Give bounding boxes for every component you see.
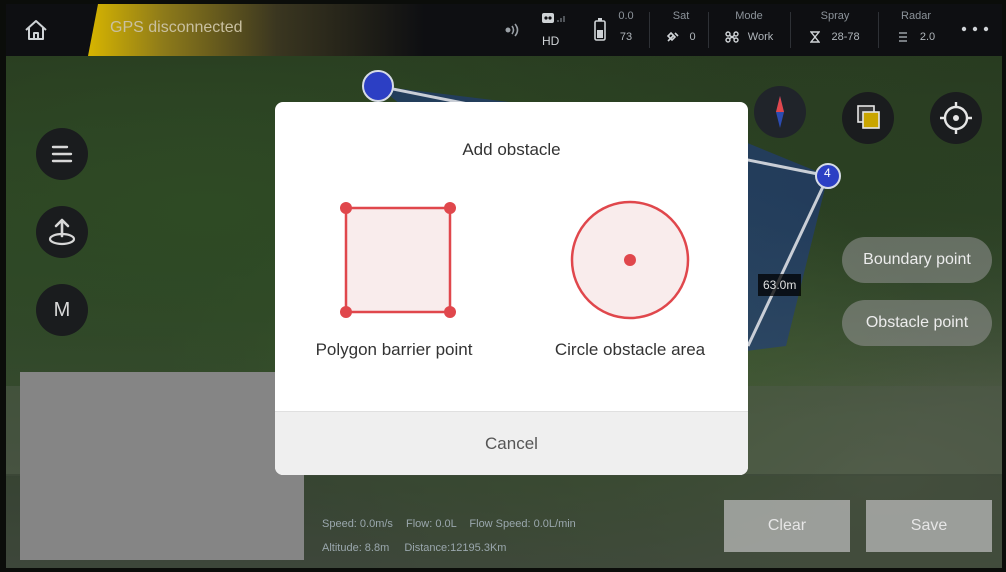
remote-controller-icon bbox=[542, 13, 565, 23]
radar-value: 2.0 bbox=[919, 31, 936, 43]
takeoff-button[interactable] bbox=[36, 206, 88, 258]
signal-wave-icon bbox=[505, 23, 519, 37]
drone-icon bbox=[725, 31, 739, 43]
add-obstacle-dialog: Add obstacle Polygon barrier point Circl… bbox=[275, 102, 748, 475]
mode-m-button[interactable]: M bbox=[36, 284, 88, 336]
waypoint-marker[interactable] bbox=[362, 70, 394, 102]
locate-button[interactable] bbox=[930, 92, 982, 144]
flow-value: Flow: 0.0L bbox=[406, 518, 457, 530]
battery-icon bbox=[594, 18, 606, 41]
cancel-label: Cancel bbox=[485, 434, 538, 453]
dialog-title: Add obstacle bbox=[462, 140, 561, 159]
spray-value: 28-78 bbox=[831, 31, 860, 43]
polygon-barrier-label: Polygon barrier point bbox=[315, 340, 473, 359]
home-icon[interactable] bbox=[22, 16, 50, 44]
more-options-icon[interactable] bbox=[960, 24, 990, 34]
circle-obstacle-label: Circle obstacle area bbox=[554, 340, 706, 359]
divider bbox=[649, 12, 650, 48]
circle-obstacle-icon bbox=[570, 200, 690, 320]
takeoff-icon bbox=[48, 218, 76, 246]
layers-button[interactable] bbox=[842, 92, 894, 144]
mode-m-label: M bbox=[53, 299, 71, 321]
mode-label: Mode bbox=[735, 10, 763, 22]
obstacle-point-button[interactable]: Obstacle point bbox=[842, 300, 992, 346]
divider bbox=[878, 12, 879, 48]
divider bbox=[708, 12, 709, 48]
status-bar: GPS disconnected HD 0.0 73 Sat 0 Mode Wo… bbox=[6, 4, 1002, 56]
radar-icon bbox=[898, 32, 907, 42]
distance-value: Distance:12195.3Km bbox=[404, 542, 507, 554]
spray-nozzle-icon bbox=[809, 31, 821, 43]
polygon-barrier-option[interactable]: Polygon barrier point bbox=[294, 198, 494, 378]
menu-button[interactable] bbox=[36, 128, 88, 180]
polygon-square-icon bbox=[340, 202, 456, 318]
compass-icon bbox=[776, 96, 784, 128]
distance-label: 63.0m bbox=[758, 274, 802, 296]
sat-value: 0 bbox=[689, 31, 696, 43]
boundary-point-button[interactable]: Boundary point bbox=[842, 237, 992, 283]
radar-label: Radar bbox=[901, 10, 931, 22]
divider bbox=[790, 12, 791, 48]
waypoint-4-label: 4 bbox=[824, 166, 831, 180]
save-button[interactable]: Save bbox=[866, 500, 992, 552]
clear-button[interactable]: Clear bbox=[724, 500, 850, 552]
spray-label: Spray bbox=[820, 10, 850, 22]
battery-bottom-value: 73 bbox=[619, 31, 633, 43]
sat-label: Sat bbox=[672, 10, 690, 22]
speed-value: Speed: 0.0m/s bbox=[322, 518, 393, 530]
layers-icon bbox=[857, 105, 880, 129]
app-frame: GPS disconnected HD 0.0 73 Sat 0 Mode Wo… bbox=[6, 4, 1002, 568]
altitude-value: Altitude: 8.8m bbox=[322, 542, 390, 554]
hd-signal-label: HD bbox=[542, 34, 560, 48]
crosshair-icon bbox=[940, 102, 972, 134]
battery-top-value: 0.0 bbox=[618, 10, 634, 22]
mode-value: Work bbox=[747, 31, 774, 43]
flow-speed-value: Flow Speed: 0.0L/min bbox=[469, 518, 576, 530]
circle-obstacle-option[interactable]: Circle obstacle area bbox=[530, 198, 730, 378]
compass-button[interactable] bbox=[754, 86, 806, 138]
cancel-button[interactable]: Cancel bbox=[275, 411, 748, 475]
menu-icon bbox=[51, 145, 73, 163]
minimap-panel[interactable] bbox=[20, 372, 304, 560]
satellite-icon bbox=[667, 31, 679, 42]
gps-status-text: GPS disconnected bbox=[110, 19, 243, 36]
